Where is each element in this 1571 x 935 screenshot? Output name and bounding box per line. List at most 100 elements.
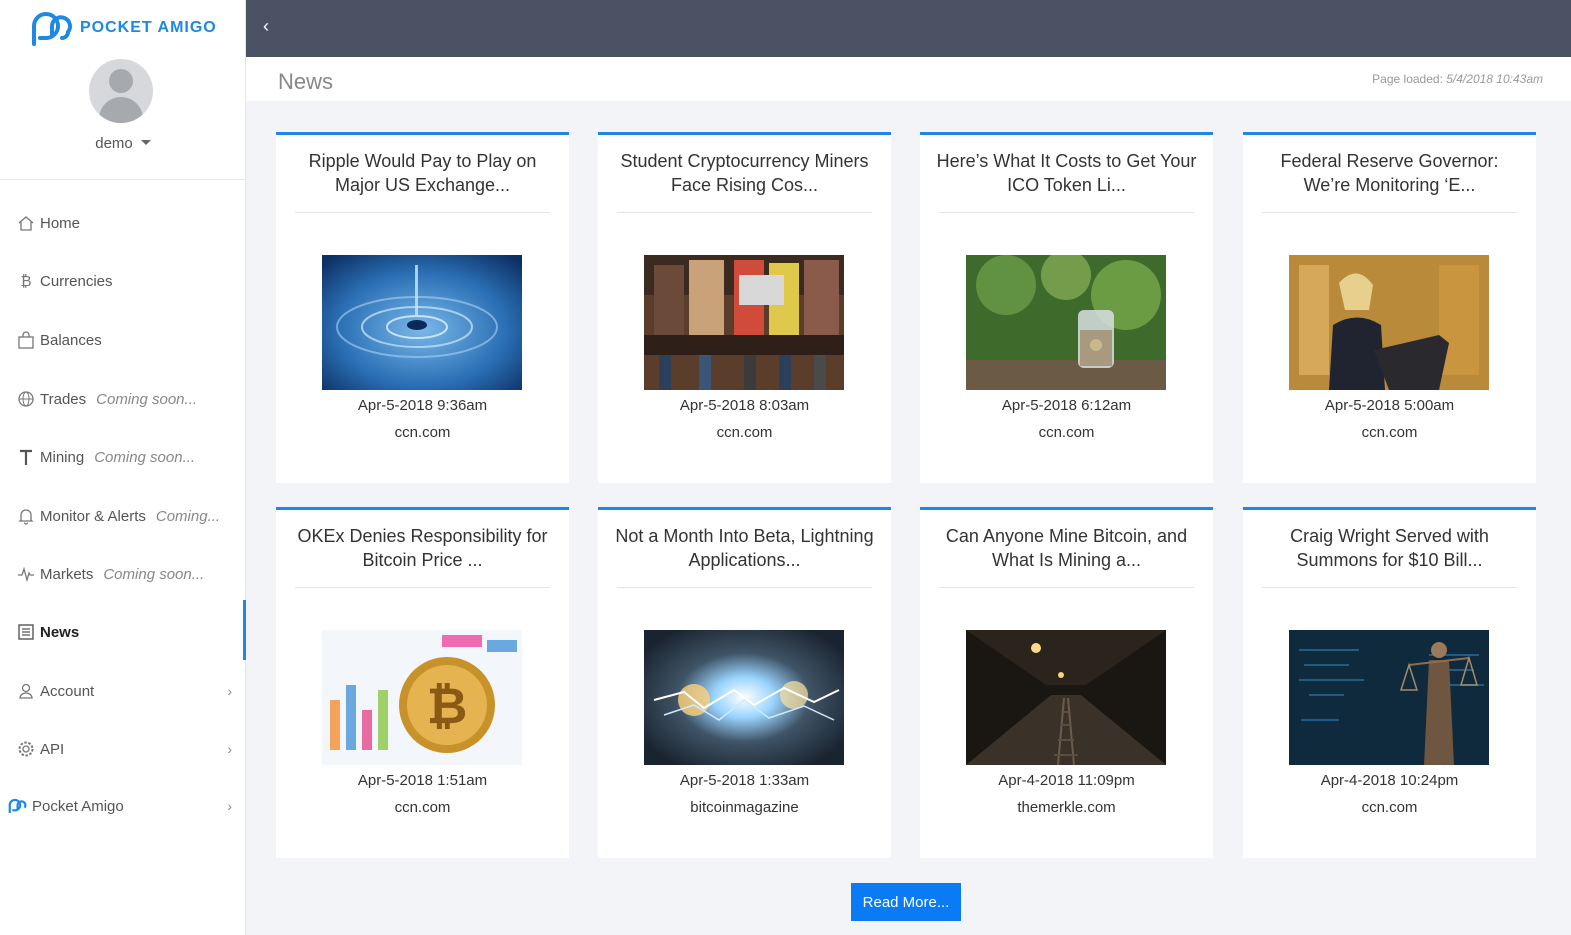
coming-soon-label: Coming soon... bbox=[96, 390, 198, 408]
home-icon bbox=[16, 213, 36, 233]
sidebar-item-pocket-amigo[interactable]: Pocket Amigo › bbox=[0, 786, 246, 826]
sidebar-item-trades[interactable]: Trades Coming soon... bbox=[0, 379, 246, 419]
sidebar-item-label: Mining bbox=[40, 448, 85, 466]
logo-icon bbox=[8, 796, 28, 816]
article-source: themerkle.com bbox=[1017, 799, 1116, 816]
sidebar-item-label: Monitor & Alerts bbox=[40, 507, 146, 525]
article-source: ccn.com bbox=[394, 799, 451, 816]
sidebar-item-markets[interactable]: Markets Coming soon... bbox=[0, 554, 246, 594]
sidebar-item-account[interactable]: Account › bbox=[0, 671, 246, 711]
card-divider bbox=[617, 212, 872, 213]
gear-icon bbox=[16, 739, 36, 759]
article-source: bitcoinmagazine bbox=[690, 799, 799, 816]
sidebar-item-news[interactable]: News bbox=[0, 600, 246, 660]
chevron-right-icon: › bbox=[227, 798, 232, 814]
news-card[interactable]: Craig Wright Served with Summons for $10… bbox=[1243, 507, 1536, 858]
article-title[interactable]: OKEx Denies Responsibility for Bitcoin P… bbox=[292, 524, 553, 576]
article-title[interactable]: Ripple Would Pay to Play on Major US Exc… bbox=[292, 149, 553, 201]
sidebar-item-label: Markets bbox=[40, 565, 94, 583]
sidebar-divider bbox=[0, 179, 246, 180]
page-header: News Page loaded: 5/4/2018 10:43am bbox=[246, 57, 1571, 101]
bell-icon bbox=[16, 506, 36, 526]
news-card[interactable]: Can Anyone Mine Bitcoin, and What Is Min… bbox=[920, 507, 1213, 858]
article-date: Apr-4-2018 10:24pm bbox=[1320, 772, 1459, 789]
news-card[interactable]: Student Cryptocurrency Miners Face Risin… bbox=[598, 132, 891, 483]
article-title[interactable]: Not a Month Into Beta, Lightning Applica… bbox=[614, 524, 875, 576]
article-image-mine-tunnel[interactable] bbox=[966, 630, 1166, 765]
sidebar-item-mining[interactable]: Mining Coming soon... bbox=[0, 437, 246, 477]
sidebar-item-home[interactable]: Home bbox=[0, 203, 246, 243]
chevron-right-icon: › bbox=[227, 683, 232, 699]
sidebar-item-currencies[interactable]: ₿ Currencies bbox=[0, 261, 246, 301]
article-source: ccn.com bbox=[1361, 424, 1418, 441]
article-date: Apr-5-2018 9:36am bbox=[357, 397, 488, 414]
article-image-lightning[interactable] bbox=[644, 630, 844, 765]
caret-down-icon bbox=[140, 140, 151, 145]
card-divider bbox=[295, 587, 550, 588]
sidebar-item-balances[interactable]: Balances bbox=[0, 320, 246, 360]
globe-icon bbox=[16, 389, 36, 409]
article-source: ccn.com bbox=[716, 424, 773, 441]
article-title[interactable]: Here’s What It Costs to Get Your ICO Tok… bbox=[936, 149, 1197, 201]
article-image-water-drop[interactable] bbox=[322, 255, 522, 390]
article-title[interactable]: Craig Wright Served with Summons for $10… bbox=[1259, 524, 1520, 576]
sidebar-item-label: Balances bbox=[40, 331, 102, 349]
sidebar-item-monitor-alerts[interactable]: Monitor & Alerts Coming... bbox=[0, 496, 246, 536]
article-image-students[interactable] bbox=[644, 255, 844, 390]
brand-logo[interactable]: POCKET AMIGO bbox=[30, 10, 217, 46]
bag-icon bbox=[16, 330, 36, 350]
card-divider bbox=[1262, 212, 1517, 213]
article-image-bitcoin-chart[interactable]: ₿ bbox=[322, 630, 522, 765]
chevron-right-icon: › bbox=[227, 741, 232, 757]
article-image-coin-jar[interactable] bbox=[966, 255, 1166, 390]
coming-soon-label: Coming soon... bbox=[103, 565, 205, 583]
chevron-left-icon[interactable]: ‹ bbox=[263, 16, 269, 37]
hammer-icon bbox=[16, 447, 36, 467]
logo-icon bbox=[32, 12, 72, 46]
read-more-button[interactable]: Read More... bbox=[851, 883, 961, 921]
coming-soon-label: Coming soon... bbox=[94, 448, 196, 466]
sidebar-item-label: Pocket Amigo bbox=[32, 797, 124, 815]
news-card[interactable]: Ripple Would Pay to Play on Major US Exc… bbox=[276, 132, 569, 483]
card-divider bbox=[617, 587, 872, 588]
sidebar: POCKET AMIGO demo Home ₿ Currencies Bala… bbox=[0, 0, 246, 935]
news-card[interactable]: Federal Reserve Governor: We’re Monitori… bbox=[1243, 132, 1536, 483]
article-source: ccn.com bbox=[1361, 799, 1418, 816]
newspaper-icon bbox=[16, 622, 36, 642]
article-source: ccn.com bbox=[394, 424, 451, 441]
page-loaded-info: Page loaded: 5/4/2018 10:43am bbox=[1372, 72, 1543, 86]
page-loaded-label: Page loaded: bbox=[1372, 72, 1443, 86]
coming-soon-label: Coming... bbox=[155, 507, 221, 525]
article-image-speaker[interactable] bbox=[1289, 255, 1489, 390]
sidebar-item-label: API bbox=[40, 740, 65, 758]
news-card[interactable]: Not a Month Into Beta, Lightning Applica… bbox=[598, 507, 891, 858]
pulse-icon bbox=[16, 564, 36, 584]
page-loaded-time: 5/4/2018 10:43am bbox=[1446, 72, 1543, 86]
user-icon bbox=[16, 681, 36, 701]
article-date: Apr-5-2018 8:03am bbox=[679, 397, 810, 414]
article-date: Apr-5-2018 1:33am bbox=[679, 772, 810, 789]
sidebar-item-api[interactable]: API › bbox=[0, 729, 246, 769]
article-title[interactable]: Can Anyone Mine Bitcoin, and What Is Min… bbox=[936, 524, 1197, 576]
article-date: Apr-5-2018 6:12am bbox=[1001, 397, 1132, 414]
article-image-justice[interactable] bbox=[1289, 630, 1489, 765]
sidebar-item-label: News bbox=[40, 623, 80, 641]
sidebar-item-label: Trades bbox=[40, 390, 87, 408]
user-menu[interactable]: demo bbox=[0, 135, 246, 152]
news-card[interactable]: Here’s What It Costs to Get Your ICO Tok… bbox=[920, 132, 1213, 483]
top-bar: ‹ bbox=[246, 0, 1571, 57]
username: demo bbox=[95, 135, 133, 152]
page-title: News bbox=[278, 69, 334, 94]
card-divider bbox=[295, 212, 550, 213]
brand-name: POCKET AMIGO bbox=[80, 19, 217, 36]
article-source: ccn.com bbox=[1038, 424, 1095, 441]
svg-text:₿: ₿ bbox=[427, 677, 468, 735]
avatar[interactable] bbox=[89, 59, 153, 123]
article-title[interactable]: Student Cryptocurrency Miners Face Risin… bbox=[614, 149, 875, 201]
sidebar-item-label: Home bbox=[40, 214, 81, 232]
article-date: Apr-5-2018 5:00am bbox=[1324, 397, 1455, 414]
card-divider bbox=[1262, 587, 1517, 588]
news-card[interactable]: OKEx Denies Responsibility for Bitcoin P… bbox=[276, 507, 569, 858]
article-title[interactable]: Federal Reserve Governor: We’re Monitori… bbox=[1259, 149, 1520, 201]
sidebar-item-label: Currencies bbox=[40, 272, 113, 290]
